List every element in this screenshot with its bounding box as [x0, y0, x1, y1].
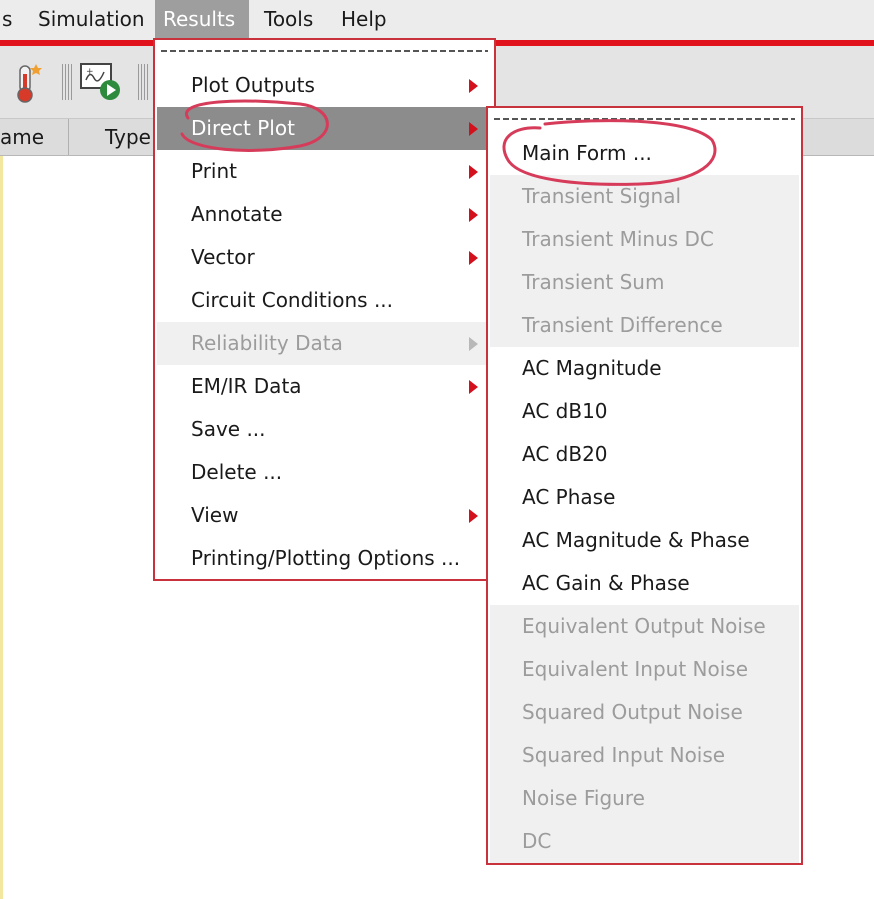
- menu-item-delete[interactable]: Delete ...: [157, 451, 492, 494]
- submenu-arrow-icon: [469, 79, 478, 93]
- menu-item-circuit-conditions[interactable]: Circuit Conditions ...: [157, 279, 492, 322]
- menu-item-transient-sum[interactable]: Transient Sum: [490, 261, 799, 304]
- menubar-item-results[interactable]: Results: [155, 0, 249, 38]
- submenu-arrow-icon: [469, 337, 478, 351]
- menu-item-ac-db10[interactable]: AC dB10: [490, 390, 799, 433]
- menu-item-ac-gain-phase[interactable]: AC Gain & Phase: [490, 562, 799, 605]
- submenu-arrow-icon: [469, 509, 478, 523]
- menu-item-label: Squared Output Noise: [522, 700, 743, 724]
- menu-item-ac-phase[interactable]: AC Phase: [490, 476, 799, 519]
- menu-item-label: Squared Input Noise: [522, 743, 726, 767]
- menubar-item-simulation[interactable]: Simulation: [30, 0, 153, 38]
- menu-item-transient-signal[interactable]: Transient Signal: [490, 175, 799, 218]
- menu-item-label: Transient Signal: [522, 184, 682, 208]
- tearoff-line[interactable]: [494, 118, 795, 120]
- menu-item-label: Circuit Conditions ...: [191, 288, 394, 312]
- menu-item-label: Printing/Plotting Options ...: [191, 546, 461, 570]
- menu-item-label: Direct Plot: [191, 116, 295, 140]
- direct-plot-submenu: Main Form ... Transient Signal Transient M…: [486, 106, 803, 865]
- menu-item-equivalent-output-noise[interactable]: Equivalent Output Noise: [490, 605, 799, 648]
- menu-item-label: Delete ...: [191, 460, 283, 484]
- menu-item-annotate[interactable]: Annotate: [157, 193, 492, 236]
- thermometer-icon[interactable]: [8, 60, 44, 108]
- svg-text:+: +: [86, 67, 94, 77]
- menubar-item-help[interactable]: Help: [333, 0, 395, 38]
- menu-item-ac-magnitude[interactable]: AC Magnitude: [490, 347, 799, 390]
- menu-item-equivalent-input-noise[interactable]: Equivalent Input Noise: [490, 648, 799, 691]
- menubar-item-tools[interactable]: Tools: [256, 0, 321, 38]
- run-simulation-icon[interactable]: +: [78, 60, 124, 108]
- menu-item-print[interactable]: Print: [157, 150, 492, 193]
- tearoff-line[interactable]: [161, 50, 488, 52]
- menu-item-squared-input-noise[interactable]: Squared Input Noise: [490, 734, 799, 777]
- menu-item-printing-plotting-options[interactable]: Printing/Plotting Options ...: [157, 537, 492, 580]
- menu-item-label: Annotate: [191, 202, 283, 226]
- menubar-item-sessions[interactable]: s: [0, 0, 20, 38]
- menu-item-label: Transient Sum: [522, 270, 665, 294]
- column-header-name[interactable]: ame: [0, 119, 69, 155]
- menu-item-label: Save ...: [191, 417, 266, 441]
- menu-item-em-ir-data[interactable]: EM/IR Data: [157, 365, 492, 408]
- menu-item-label: DC: [522, 829, 552, 853]
- menu-item-noise-figure[interactable]: Noise Figure: [490, 777, 799, 820]
- toolbar-grip[interactable]: [62, 64, 72, 100]
- menu-item-squared-output-noise[interactable]: Squared Output Noise: [490, 691, 799, 734]
- menu-item-dc[interactable]: DC: [490, 820, 799, 863]
- menu-item-label: AC Magnitude: [522, 356, 662, 380]
- menu-item-label: Equivalent Output Noise: [522, 614, 766, 638]
- menu-item-label: Noise Figure: [522, 786, 645, 810]
- submenu-arrow-icon: [469, 251, 478, 265]
- menu-item-label: EM/IR Data: [191, 374, 302, 398]
- menu-item-view[interactable]: View: [157, 494, 492, 537]
- menu-item-vector[interactable]: Vector: [157, 236, 492, 279]
- submenu-arrow-icon: [469, 380, 478, 394]
- menu-item-ac-magnitude-phase[interactable]: AC Magnitude & Phase: [490, 519, 799, 562]
- menu-item-transient-difference[interactable]: Transient Difference: [490, 304, 799, 347]
- menu-item-label: AC dB10: [522, 399, 608, 423]
- menu-item-main-form[interactable]: Main Form ...: [490, 132, 799, 175]
- menu-item-label: Reliability Data: [191, 331, 343, 355]
- menu-item-label: Transient Minus DC: [522, 227, 714, 251]
- menu-item-save[interactable]: Save ...: [157, 408, 492, 451]
- menu-item-label: Vector: [191, 245, 255, 269]
- menu-item-label: Transient Difference: [522, 313, 723, 337]
- menu-item-label: AC dB20: [522, 442, 608, 466]
- menu-item-label: View: [191, 503, 239, 527]
- menu-item-label: Plot Outputs: [191, 73, 315, 97]
- toolbar-grip[interactable]: [138, 64, 148, 100]
- menu-item-label: AC Magnitude & Phase: [522, 528, 750, 552]
- submenu-arrow-icon: [469, 122, 478, 136]
- menu-item-label: AC Phase: [522, 485, 616, 509]
- results-menu: Plot Outputs Direct Plot Print Annotate Vect…: [153, 38, 496, 581]
- submenu-arrow-icon: [469, 208, 478, 222]
- menu-item-reliability-data[interactable]: Reliability Data: [157, 322, 492, 365]
- menu-item-label: Main Form ...: [522, 141, 652, 165]
- menu-item-label: AC Gain & Phase: [522, 571, 690, 595]
- menu-item-transient-minus-dc[interactable]: Transient Minus DC: [490, 218, 799, 261]
- menu-item-label: Equivalent Input Noise: [522, 657, 749, 681]
- menu-item-label: Print: [191, 159, 238, 183]
- menu-item-plot-outputs[interactable]: Plot Outputs: [157, 64, 492, 107]
- submenu-arrow-icon: [469, 165, 478, 179]
- menu-item-ac-db20[interactable]: AC dB20: [490, 433, 799, 476]
- menu-item-direct-plot[interactable]: Direct Plot: [157, 107, 492, 150]
- menubar: s Simulation Results Tools Help: [0, 0, 874, 41]
